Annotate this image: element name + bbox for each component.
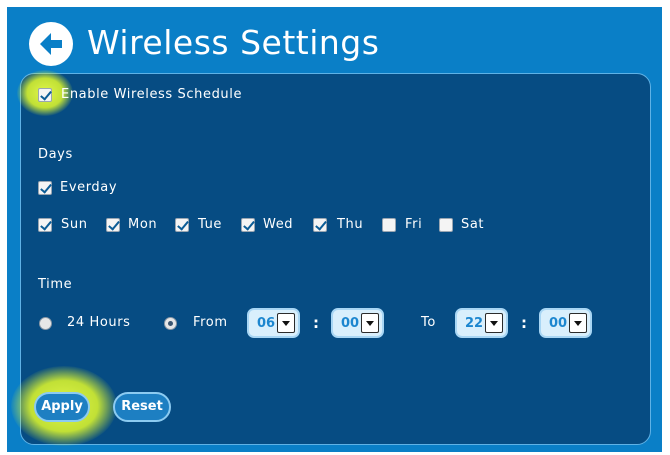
day-label-tue: Tue bbox=[198, 217, 223, 232]
app-frame: Wireless Settings Enable Wireless Schedu… bbox=[7, 7, 662, 452]
chevron-down-icon bbox=[277, 313, 295, 333]
day-label-sat: Sat bbox=[461, 217, 485, 232]
radio-24-hours-label: 24 Hours bbox=[67, 315, 131, 330]
from-hour-value: 06 bbox=[257, 316, 276, 331]
day-checkbox-sat[interactable] bbox=[439, 218, 453, 232]
day-label-wed: Wed bbox=[263, 217, 294, 232]
radio-24-hours[interactable] bbox=[39, 317, 52, 330]
chevron-down-icon bbox=[361, 313, 379, 333]
to-minute-value: 00 bbox=[549, 316, 568, 331]
day-checkbox-sun[interactable] bbox=[38, 218, 52, 232]
from-minute-select[interactable]: 00 bbox=[331, 308, 384, 338]
to-time-separator: : bbox=[521, 314, 527, 332]
day-checkbox-thu[interactable] bbox=[313, 218, 327, 232]
enable-schedule-checkbox[interactable] bbox=[38, 88, 52, 102]
reset-button[interactable]: Reset bbox=[113, 392, 171, 422]
enable-schedule-label: Enable Wireless Schedule bbox=[61, 87, 243, 102]
day-checkbox-wed[interactable] bbox=[241, 218, 255, 232]
chevron-down-icon bbox=[485, 313, 503, 333]
to-hour-select[interactable]: 22 bbox=[455, 308, 508, 338]
day-label-mon: Mon bbox=[128, 217, 158, 232]
arrow-left-circle-icon bbox=[40, 33, 62, 55]
day-checkbox-fri[interactable] bbox=[382, 218, 396, 232]
to-label: To bbox=[421, 315, 436, 330]
from-hour-select[interactable]: 06 bbox=[247, 308, 300, 338]
page-title: Wireless Settings bbox=[87, 23, 380, 62]
radio-from[interactable] bbox=[164, 317, 177, 330]
day-label-thu: Thu bbox=[337, 217, 364, 232]
apply-button[interactable]: Apply bbox=[34, 392, 90, 422]
everyday-label: Everday bbox=[60, 180, 118, 195]
everyday-checkbox[interactable] bbox=[38, 181, 52, 195]
time-heading: Time bbox=[38, 277, 73, 292]
to-minute-select[interactable]: 00 bbox=[539, 308, 592, 338]
header: Wireless Settings bbox=[7, 7, 662, 73]
days-heading: Days bbox=[38, 147, 73, 162]
from-minute-value: 00 bbox=[341, 316, 360, 331]
to-hour-value: 22 bbox=[465, 316, 484, 331]
day-checkbox-mon[interactable] bbox=[106, 218, 120, 232]
from-time-separator: : bbox=[313, 314, 319, 332]
settings-panel: Enable Wireless Schedule Days Everday Su… bbox=[11, 70, 651, 446]
day-checkbox-tue[interactable] bbox=[175, 218, 189, 232]
day-label-sun: Sun bbox=[61, 217, 88, 232]
day-label-fri: Fri bbox=[405, 217, 423, 232]
back-button[interactable] bbox=[29, 22, 73, 66]
chevron-down-icon bbox=[569, 313, 587, 333]
radio-from-label: From bbox=[193, 315, 228, 330]
